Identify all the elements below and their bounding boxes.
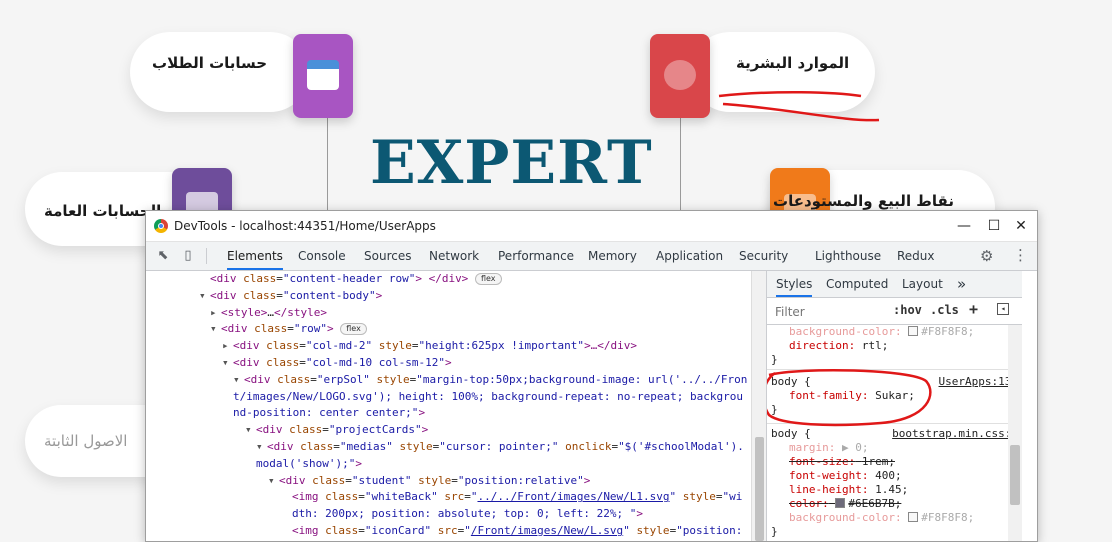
- styles-filter-bar: :hov .cls + ◂: [767, 298, 1022, 325]
- divider: [206, 248, 207, 264]
- tab-application[interactable]: Application: [656, 242, 723, 270]
- scroll-thumb[interactable]: [1010, 445, 1020, 505]
- styles-tabbar: Styles Computed Layout »: [767, 271, 1022, 298]
- collapse-triangle-icon[interactable]: ▸: [222, 338, 233, 355]
- card-string: [680, 118, 681, 213]
- tab-sources[interactable]: Sources: [364, 242, 411, 270]
- close-button[interactable]: ✕: [1006, 215, 1036, 237]
- human-resources-icon[interactable]: [650, 34, 710, 118]
- chrome-icon: [154, 219, 168, 233]
- tab-network[interactable]: Network: [429, 242, 479, 270]
- elements-panel[interactable]: <div class="content-header row"> </div> …: [146, 271, 751, 541]
- expand-triangle-icon[interactable]: ▾: [199, 288, 210, 305]
- resource-link[interactable]: /Front/images/New/L.svg: [471, 524, 623, 537]
- card-string: [327, 118, 328, 213]
- color-swatch[interactable]: [835, 498, 846, 508]
- tab-performance[interactable]: Performance: [498, 242, 574, 270]
- expand-triangle-icon[interactable]: ▾: [210, 321, 221, 338]
- tab-memory[interactable]: Memory: [588, 242, 637, 270]
- more-tabs-icon[interactable]: »: [957, 271, 966, 297]
- styles-scrollbar[interactable]: [1008, 325, 1022, 541]
- dom-node[interactable]: ▾ <div class="erpSol" style="margin-top:5…: [233, 372, 747, 389]
- kebab-menu-icon[interactable]: ⋮: [1013, 246, 1028, 264]
- dom-node[interactable]: ▾ <div class="projectCards">: [245, 422, 428, 439]
- dom-node[interactable]: ▾ <div class="medias" style="cursor: poin…: [256, 439, 744, 456]
- color-swatch[interactable]: [908, 512, 919, 522]
- style-rules: background-color: #F8F8F8; direction: rt…: [767, 325, 1022, 541]
- tab-security[interactable]: Security: [739, 242, 788, 270]
- dom-node[interactable]: ▾ <div class="col-md-10 col-sm-12">: [222, 355, 452, 372]
- dom-node-continuation[interactable]: dth: 200px; position: absolute; top: 0; …: [292, 506, 643, 523]
- styles-filter-input[interactable]: [773, 303, 887, 321]
- maximize-button[interactable]: ☐: [979, 215, 1009, 237]
- cloud-student-accounts[interactable]: [130, 32, 310, 112]
- card-label-fixed-assets: الاصول الثابتة: [44, 432, 128, 450]
- expand-triangle-icon[interactable]: ▾: [245, 422, 256, 439]
- red-underline-annotation: [718, 90, 880, 122]
- tab-styles[interactable]: Styles: [776, 271, 813, 297]
- dom-node[interactable]: ▾ <div class="content-body">: [199, 288, 382, 305]
- student-accounts-icon[interactable]: [293, 34, 353, 118]
- source-link[interactable]: bootstrap.min.css:6: [892, 427, 1018, 441]
- tab-layout[interactable]: Layout: [902, 271, 943, 297]
- expand-triangle-icon[interactable]: ▾: [233, 372, 244, 389]
- expand-triangle-icon[interactable]: ▾: [268, 473, 279, 490]
- dom-node-continuation[interactable]: nd-position: center center;">: [233, 405, 425, 422]
- tab-console[interactable]: Console: [298, 242, 346, 270]
- red-circle-annotation: [767, 368, 932, 427]
- devtools-titlebar[interactable]: DevTools - localhost:44351/Home/UserApps…: [146, 211, 1037, 242]
- dom-node[interactable]: <img class="whiteBack" src="../../Front/…: [292, 489, 742, 506]
- devtools-window: DevTools - localhost:44351/Home/UserApps…: [145, 210, 1038, 542]
- dom-node[interactable]: ▸ <style>…</style>: [210, 305, 327, 322]
- dom-node[interactable]: <img class="iconCard" src="/Front/images…: [292, 523, 742, 540]
- device-toolbar-icon[interactable]: ▯: [180, 248, 196, 264]
- dom-node[interactable]: ▾ <div class="student" style="position:re…: [268, 473, 590, 490]
- collapse-triangle-icon[interactable]: ▸: [210, 305, 221, 322]
- tab-computed[interactable]: Computed: [826, 271, 888, 297]
- new-rule-button[interactable]: +: [969, 300, 978, 318]
- gear-icon[interactable]: ⚙: [980, 247, 993, 265]
- minimize-button[interactable]: —: [949, 215, 979, 237]
- style-rule[interactable]: body { bootstrap.min.css:6 margin: ▶ 0; …: [767, 427, 1022, 541]
- resource-link[interactable]: ../../Front/images/New/L1.svg: [477, 490, 669, 503]
- card-label-human-resources: الموارد البشرية: [736, 54, 850, 72]
- dom-node-continuation[interactable]: t/images/New/LOGO.svg'); height: 100%; b…: [233, 389, 743, 406]
- hov-toggle[interactable]: :hov: [893, 303, 922, 317]
- card-label-student-accounts: حسابات الطلاب: [152, 54, 268, 72]
- expert-logo: EXPERT: [370, 128, 653, 198]
- window-title: DevTools - localhost:44351/Home/UserApps: [174, 219, 436, 233]
- flex-badge[interactable]: flex: [474, 273, 502, 285]
- dom-node[interactable]: ▾ <div class="row"> flex: [210, 321, 367, 338]
- tab-redux[interactable]: Redux: [897, 242, 935, 270]
- flex-badge[interactable]: flex: [340, 323, 367, 336]
- cls-toggle[interactable]: .cls: [930, 303, 959, 317]
- dom-node[interactable]: <div class="content-header row"> </div> …: [210, 271, 502, 288]
- dom-node[interactable]: ▸ <div class="col-md-2" style="height:625…: [222, 338, 637, 355]
- expand-triangle-icon[interactable]: ▾: [256, 439, 267, 456]
- card-label-general-accounts: الحسابات العامة: [44, 202, 162, 220]
- expand-triangle-icon[interactable]: ▾: [222, 355, 233, 372]
- scroll-thumb[interactable]: [755, 437, 764, 541]
- tab-elements[interactable]: Elements: [227, 242, 283, 270]
- style-rule[interactable]: background-color: #F8F8F8; direction: rt…: [767, 325, 1022, 370]
- dom-node-continuation[interactable]: modal('show');">: [256, 456, 362, 473]
- toggle-sidebar-icon[interactable]: ◂: [997, 303, 1009, 315]
- color-swatch[interactable]: [908, 326, 919, 336]
- source-link[interactable]: UserApps:130: [939, 375, 1018, 389]
- elements-scrollbar[interactable]: [751, 271, 767, 541]
- devtools-tabbar: ⬉ ▯ Elements Console Sources Network Per…: [146, 242, 1037, 271]
- card-label-pos-warehouses: نقاط البيع والمستودعات: [773, 192, 954, 210]
- tab-lighthouse[interactable]: Lighthouse: [815, 242, 881, 270]
- styles-pane: Styles Computed Layout » :hov .cls + ◂ b…: [766, 271, 1022, 541]
- inspect-icon[interactable]: ⬉: [155, 248, 171, 264]
